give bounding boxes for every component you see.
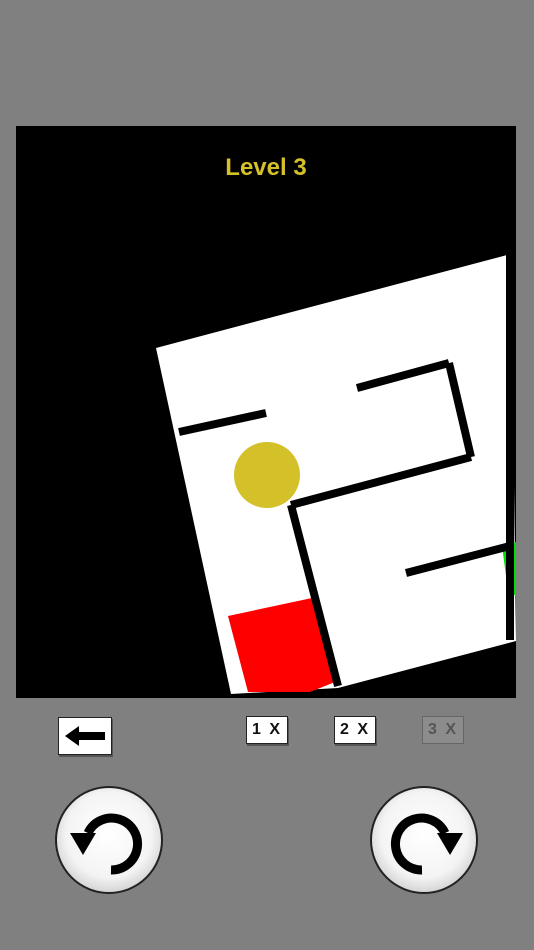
maze-floor	[156, 254, 516, 694]
game-board: Level 3	[16, 126, 516, 698]
speed-1x-button[interactable]: 1 X	[246, 716, 288, 744]
ball	[234, 442, 300, 508]
arrow-left-icon	[65, 726, 105, 746]
rotate-clockwise-icon	[390, 813, 463, 875]
rotate-right-button[interactable]	[370, 786, 478, 894]
back-button[interactable]	[58, 717, 112, 755]
speed-2x-button[interactable]: 2 X	[334, 716, 376, 744]
rotate-counterclockwise-icon	[70, 813, 143, 875]
speed-3x-button: 3 X	[422, 716, 464, 744]
maze-canvas	[156, 254, 516, 694]
rotate-left-button[interactable]	[55, 786, 163, 894]
